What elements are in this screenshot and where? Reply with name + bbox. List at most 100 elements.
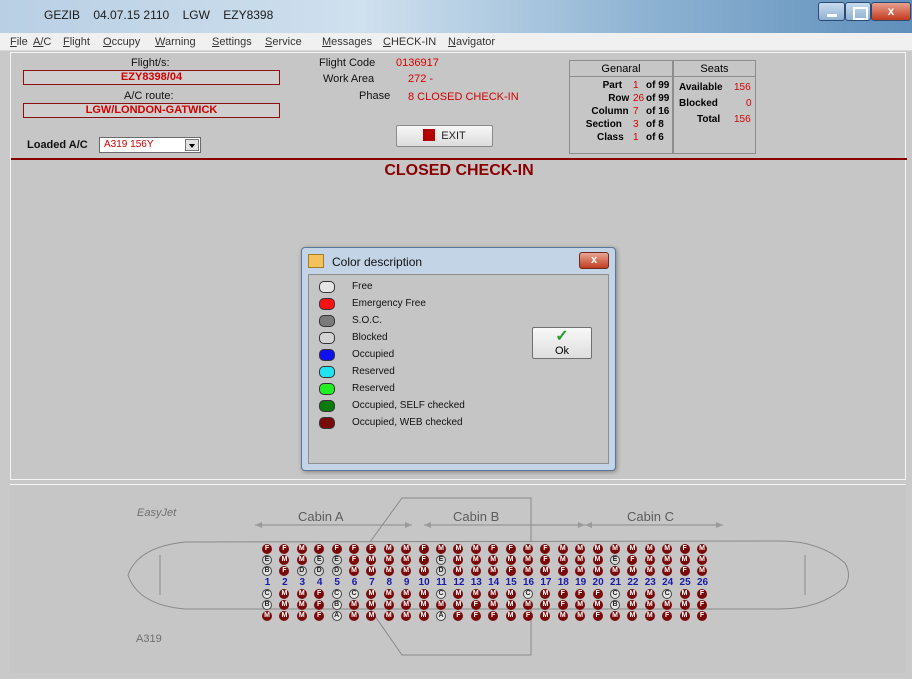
seat[interactable]: M [679, 555, 690, 565]
menu-service[interactable]: Service [265, 36, 302, 48]
seat[interactable]: M [383, 611, 394, 621]
seat[interactable]: M [644, 555, 655, 565]
seat[interactable]: M [383, 555, 394, 565]
seat[interactable]: M [505, 611, 516, 621]
seat[interactable]: F [523, 611, 533, 621]
seat[interactable]: F [592, 589, 603, 599]
seat[interactable]: M [523, 600, 533, 610]
seat[interactable]: M [557, 544, 568, 554]
seat[interactable]: M [418, 600, 429, 610]
seat[interactable]: M [644, 600, 655, 610]
menu-flight[interactable]: Flight [63, 36, 90, 48]
seat[interactable]: M [592, 566, 603, 576]
menu-file[interactable]: File [10, 36, 28, 48]
seat[interactable]: M [523, 555, 533, 565]
seat[interactable]: M [592, 600, 603, 610]
seat[interactable]: M [349, 600, 359, 610]
seat[interactable]: M [679, 600, 690, 610]
seat[interactable]: A [436, 611, 446, 621]
seat[interactable]: C [436, 589, 446, 599]
exit-button[interactable]: EXIT [396, 125, 493, 147]
seat[interactable]: M [679, 589, 690, 599]
seat[interactable]: M [418, 611, 429, 621]
seat[interactable]: D [331, 566, 342, 576]
seat[interactable]: M [262, 611, 272, 621]
seat[interactable]: M [523, 566, 533, 576]
seat[interactable]: F [557, 600, 568, 610]
menu-warning[interactable]: Warning [155, 36, 196, 48]
menu-navigator[interactable]: Navigator [448, 36, 495, 48]
seat[interactable]: E [436, 555, 446, 565]
seat[interactable]: D [296, 566, 307, 576]
seat[interactable]: M [592, 555, 603, 565]
seat[interactable]: M [557, 555, 568, 565]
seat[interactable]: E [331, 555, 342, 565]
seat[interactable]: F [331, 544, 342, 554]
seat[interactable]: F [470, 611, 481, 621]
seat[interactable]: M [505, 600, 516, 610]
seat[interactable]: F [679, 566, 690, 576]
menu-messages[interactable]: Messages [322, 36, 372, 48]
ok-button[interactable]: ✓ Ok [532, 327, 592, 359]
seat[interactable]: M [697, 555, 707, 565]
seat[interactable]: F [697, 611, 707, 621]
seat[interactable]: F [470, 600, 481, 610]
seat[interactable]: M [296, 544, 307, 554]
seat[interactable]: F [505, 544, 516, 554]
seat[interactable]: F [592, 611, 603, 621]
seat[interactable]: F [349, 555, 359, 565]
close-button[interactable]: x [871, 2, 911, 21]
seat[interactable]: B [331, 600, 342, 610]
menu-settings[interactable]: Settings [212, 36, 252, 48]
seat[interactable]: M [592, 544, 603, 554]
seat[interactable]: M [470, 555, 481, 565]
seat[interactable]: M [505, 589, 516, 599]
seat[interactable]: M [383, 600, 394, 610]
seat[interactable]: E [262, 555, 272, 565]
seat[interactable]: M [697, 544, 707, 554]
menu-check-in[interactable]: CHECK-IN [383, 36, 436, 48]
minimize-button[interactable] [818, 2, 845, 21]
menu-ac[interactable]: A/C [33, 36, 51, 48]
seat[interactable]: M [557, 611, 568, 621]
seat[interactable]: C [331, 589, 342, 599]
seat[interactable]: A [331, 611, 342, 621]
seat[interactable]: B [262, 566, 272, 576]
seat[interactable]: F [557, 589, 568, 599]
seat[interactable]: M [470, 544, 481, 554]
seat[interactable]: M [679, 611, 690, 621]
seat[interactable]: M [644, 544, 655, 554]
seat[interactable]: M [296, 600, 307, 610]
seat[interactable]: M [610, 544, 620, 554]
seat[interactable]: E [610, 555, 620, 565]
seat[interactable]: F [349, 544, 359, 554]
seat[interactable]: F [557, 566, 568, 576]
seat[interactable]: M [296, 589, 307, 599]
seat[interactable]: M [383, 544, 394, 554]
seat[interactable]: F [697, 600, 707, 610]
seat[interactable]: M [644, 566, 655, 576]
seat[interactable]: M [505, 555, 516, 565]
seat[interactable]: M [436, 544, 446, 554]
seat[interactable]: M [383, 566, 394, 576]
dialog-close-button[interactable]: x [579, 252, 609, 269]
chevron-down-icon[interactable] [185, 139, 199, 151]
seat[interactable]: M [610, 611, 620, 621]
seat[interactable]: F [418, 555, 429, 565]
seat[interactable]: D [436, 566, 446, 576]
seat[interactable]: M [349, 611, 359, 621]
seat[interactable]: F [418, 544, 429, 554]
seat[interactable]: M [418, 566, 429, 576]
seat[interactable]: B [610, 600, 620, 610]
seat[interactable]: M [296, 555, 307, 565]
seat[interactable]: M [470, 566, 481, 576]
loaded-ac-select[interactable]: A319 156Y [99, 137, 201, 153]
seat[interactable]: M [349, 566, 359, 576]
seat[interactable]: C [523, 589, 533, 599]
seat[interactable]: M [383, 589, 394, 599]
seat[interactable]: F [262, 544, 272, 554]
seat[interactable]: M [436, 600, 446, 610]
seat[interactable]: M [418, 589, 429, 599]
seat[interactable]: M [470, 589, 481, 599]
seat[interactable]: M [296, 611, 307, 621]
